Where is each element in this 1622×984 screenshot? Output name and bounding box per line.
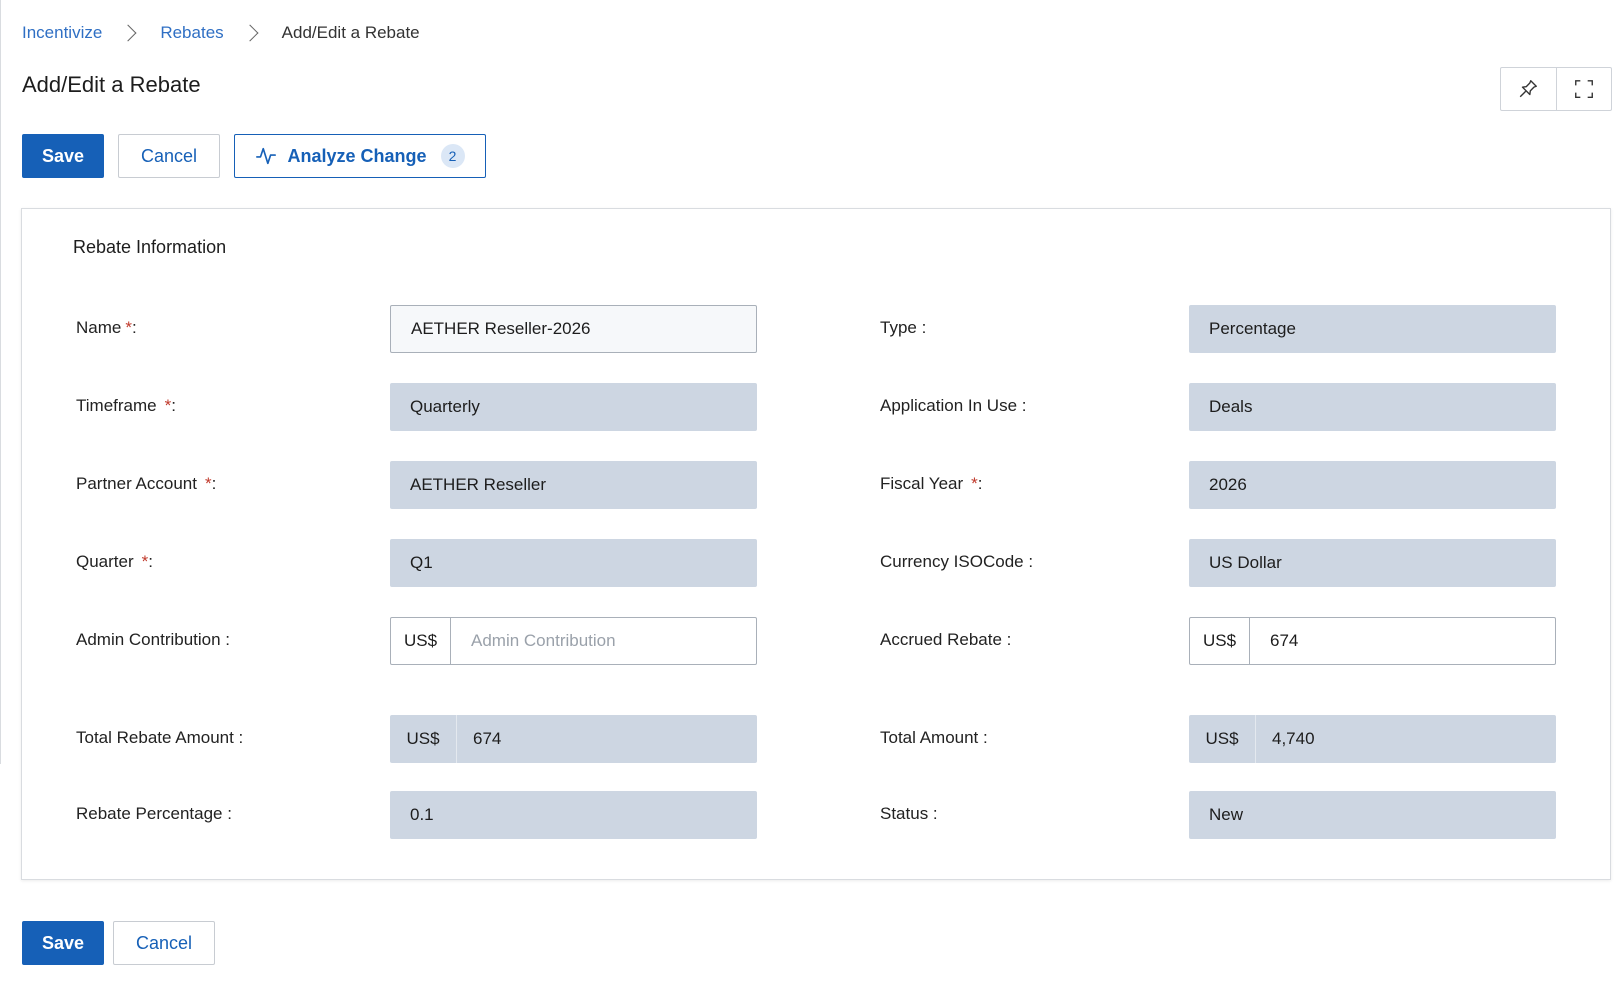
analyze-change-label: Analyze Change — [287, 145, 427, 166]
accrued-rebate-label: Accrued Rebate : — [880, 630, 1012, 649]
status-label: Status : — [880, 804, 938, 823]
status-field: New — [1189, 791, 1556, 839]
pin-button[interactable] — [1501, 68, 1556, 110]
quarter-label: Quarter * : — [76, 539, 153, 585]
breadcrumb-current: Add/Edit a Rebate — [281, 23, 420, 42]
partner-account-label: Partner Account * : — [76, 461, 216, 507]
name-label: Name * : — [76, 305, 137, 351]
label-suffix: : — [171, 396, 176, 415]
required-mark: * — [204, 474, 212, 493]
total-rebate-amount-value: 674 — [473, 729, 502, 748]
required-mark: * — [141, 552, 149, 571]
label-suffix: : — [148, 552, 153, 571]
total-amount-field: US$ 4,740 — [1189, 715, 1556, 763]
accrued-rebate-value[interactable]: 674 — [1250, 618, 1555, 664]
application-in-use-label: Application In Use : — [880, 396, 1027, 415]
breadcrumb-link-incentivize[interactable]: Incentivize — [22, 23, 102, 43]
rebate-percentage-label: Rebate Percentage : — [76, 804, 232, 823]
fiscal-year-label-text: Fiscal Year — [880, 474, 964, 493]
page-left-border — [0, 0, 1, 764]
required-mark: * — [164, 396, 172, 415]
rebate-percentage-field: 0.1 — [390, 791, 757, 839]
quarter-field: Q1 — [390, 539, 757, 587]
footer-save-button[interactable]: Save — [22, 921, 104, 965]
total-amount-value: 4,740 — [1272, 729, 1315, 748]
expand-icon — [1575, 80, 1593, 98]
label-suffix: : — [211, 474, 217, 493]
label-suffix: : — [977, 474, 983, 493]
timeframe-field: Quarterly — [390, 383, 757, 431]
admin-contribution-input[interactable]: US$ Admin Contribution — [390, 617, 757, 665]
save-button[interactable]: Save — [22, 134, 104, 178]
total-amount-label: Total Amount : — [880, 728, 988, 747]
breadcrumb: Incentivize Rebates Add/Edit a Rebate — [22, 21, 420, 45]
currency-prefix: US$ — [1189, 715, 1256, 763]
fiscal-year-label: Fiscal Year * : — [880, 461, 983, 507]
chevron-right-icon — [241, 24, 259, 42]
name-input[interactable]: AETHER Reseller-2026 — [390, 305, 757, 353]
expand-button[interactable] — [1555, 68, 1611, 110]
breadcrumb-link-rebates[interactable]: Rebates — [160, 23, 223, 43]
accrued-rebate-input[interactable]: US$ 674 — [1189, 617, 1556, 665]
currency-prefix: US$ — [391, 618, 451, 664]
currency-isocode-label: Currency ISOCode : — [880, 552, 1034, 571]
section-title: Rebate Information — [73, 237, 227, 257]
page-title: Add/Edit a Rebate — [22, 72, 201, 97]
activity-icon — [256, 147, 277, 165]
required-mark: * — [125, 318, 132, 337]
analyze-change-count-badge: 2 — [440, 144, 465, 168]
required-mark: * — [971, 474, 978, 493]
chevron-right-icon — [119, 24, 137, 42]
total-rebate-amount-label: Total Rebate Amount : — [76, 728, 244, 747]
analyze-change-button[interactable]: Analyze Change 2 — [234, 134, 486, 178]
pin-icon — [1520, 80, 1538, 98]
type-field: Percentage — [1189, 305, 1556, 353]
page-actions-group — [1500, 67, 1612, 111]
timeframe-label: Timeframe * : — [76, 383, 176, 429]
total-rebate-amount-field: US$ 674 — [390, 715, 757, 763]
admin-contribution-placeholder[interactable]: Admin Contribution — [451, 618, 756, 664]
quarter-label-text: Quarter — [76, 552, 134, 571]
name-label-text: Name — [76, 318, 122, 337]
rebate-information-card: Rebate Information Name * : AETHER Resel… — [21, 208, 1611, 880]
fiscal-year-field: 2026 — [1189, 461, 1556, 509]
footer-cancel-button[interactable]: Cancel — [113, 921, 215, 965]
currency-prefix: US$ — [1190, 618, 1250, 664]
partner-account-field: AETHER Reseller — [390, 461, 757, 509]
currency-prefix: US$ — [390, 715, 457, 763]
admin-contribution-label: Admin Contribution : — [76, 630, 231, 649]
currency-isocode-field: US Dollar — [1189, 539, 1556, 587]
label-suffix: : — [131, 318, 137, 337]
type-label: Type : — [880, 318, 927, 337]
application-in-use-field: Deals — [1189, 383, 1556, 431]
cancel-button[interactable]: Cancel — [118, 134, 220, 178]
partner-account-label-text: Partner Account — [76, 474, 197, 493]
timeframe-label-text: Timeframe — [76, 396, 157, 415]
